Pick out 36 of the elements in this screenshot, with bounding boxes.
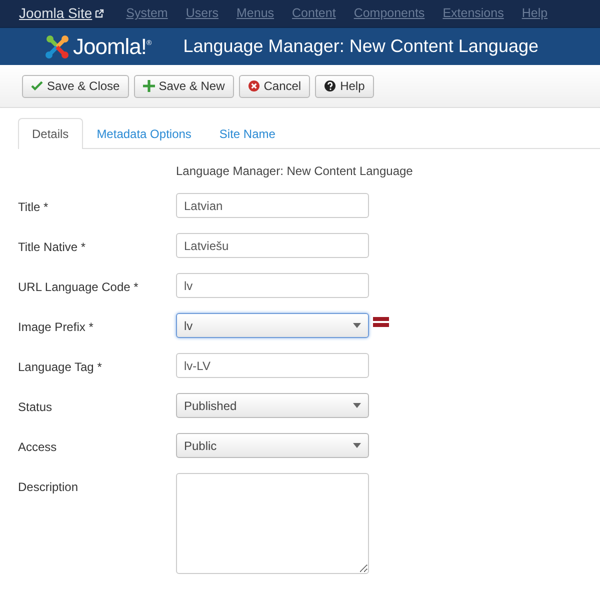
field-label: Title Native * xyxy=(18,239,87,256)
cancel-icon xyxy=(248,80,260,92)
caret-icon xyxy=(353,403,361,408)
tab[interactable]: Details xyxy=(18,118,83,149)
plus-icon xyxy=(142,80,155,92)
toolbar-button[interactable]: Save & New xyxy=(134,74,234,98)
input-field[interactable]: Latviešu xyxy=(176,233,369,258)
text-area[interactable] xyxy=(176,473,369,574)
page-title: Language Manager: New Content Language xyxy=(183,35,538,58)
caret-icon xyxy=(353,443,361,448)
toolbar-button[interactable]: Save & Close xyxy=(22,74,129,98)
check-icon xyxy=(31,80,43,92)
toolbar-button[interactable]: Cancel xyxy=(238,74,310,98)
tab[interactable]: Metadata Options xyxy=(82,118,206,149)
field-label: Image Prefix * xyxy=(18,319,94,336)
logo-text: Joomla!$^{®}$ xyxy=(73,33,152,61)
input-field[interactable]: Latvian xyxy=(176,193,369,218)
field-label: Language Tag * xyxy=(18,359,103,376)
dropdown[interactable]: Published xyxy=(176,393,369,418)
field-label: Access xyxy=(18,439,58,456)
dropdown[interactable]: lv xyxy=(176,313,369,338)
dropdown[interactable]: Public xyxy=(176,433,369,458)
field-label: URL Language Code * xyxy=(18,279,140,296)
tab[interactable]: Site Name xyxy=(205,118,290,149)
toolbar-button[interactable]: Help xyxy=(315,74,374,98)
input-field[interactable]: lv-LV xyxy=(176,353,369,378)
help-icon xyxy=(324,80,336,92)
field-label: Description xyxy=(18,479,80,496)
form-heading: Language Manager: New Content Language xyxy=(176,163,414,180)
input-field[interactable]: lv xyxy=(176,273,369,298)
external-link-icon xyxy=(95,9,104,18)
field-label: Title * xyxy=(18,199,50,216)
site-link[interactable]: Joomla Site xyxy=(19,3,104,24)
logo-icon xyxy=(44,34,70,60)
caret-icon xyxy=(353,323,361,328)
field-label: Status xyxy=(18,399,54,416)
